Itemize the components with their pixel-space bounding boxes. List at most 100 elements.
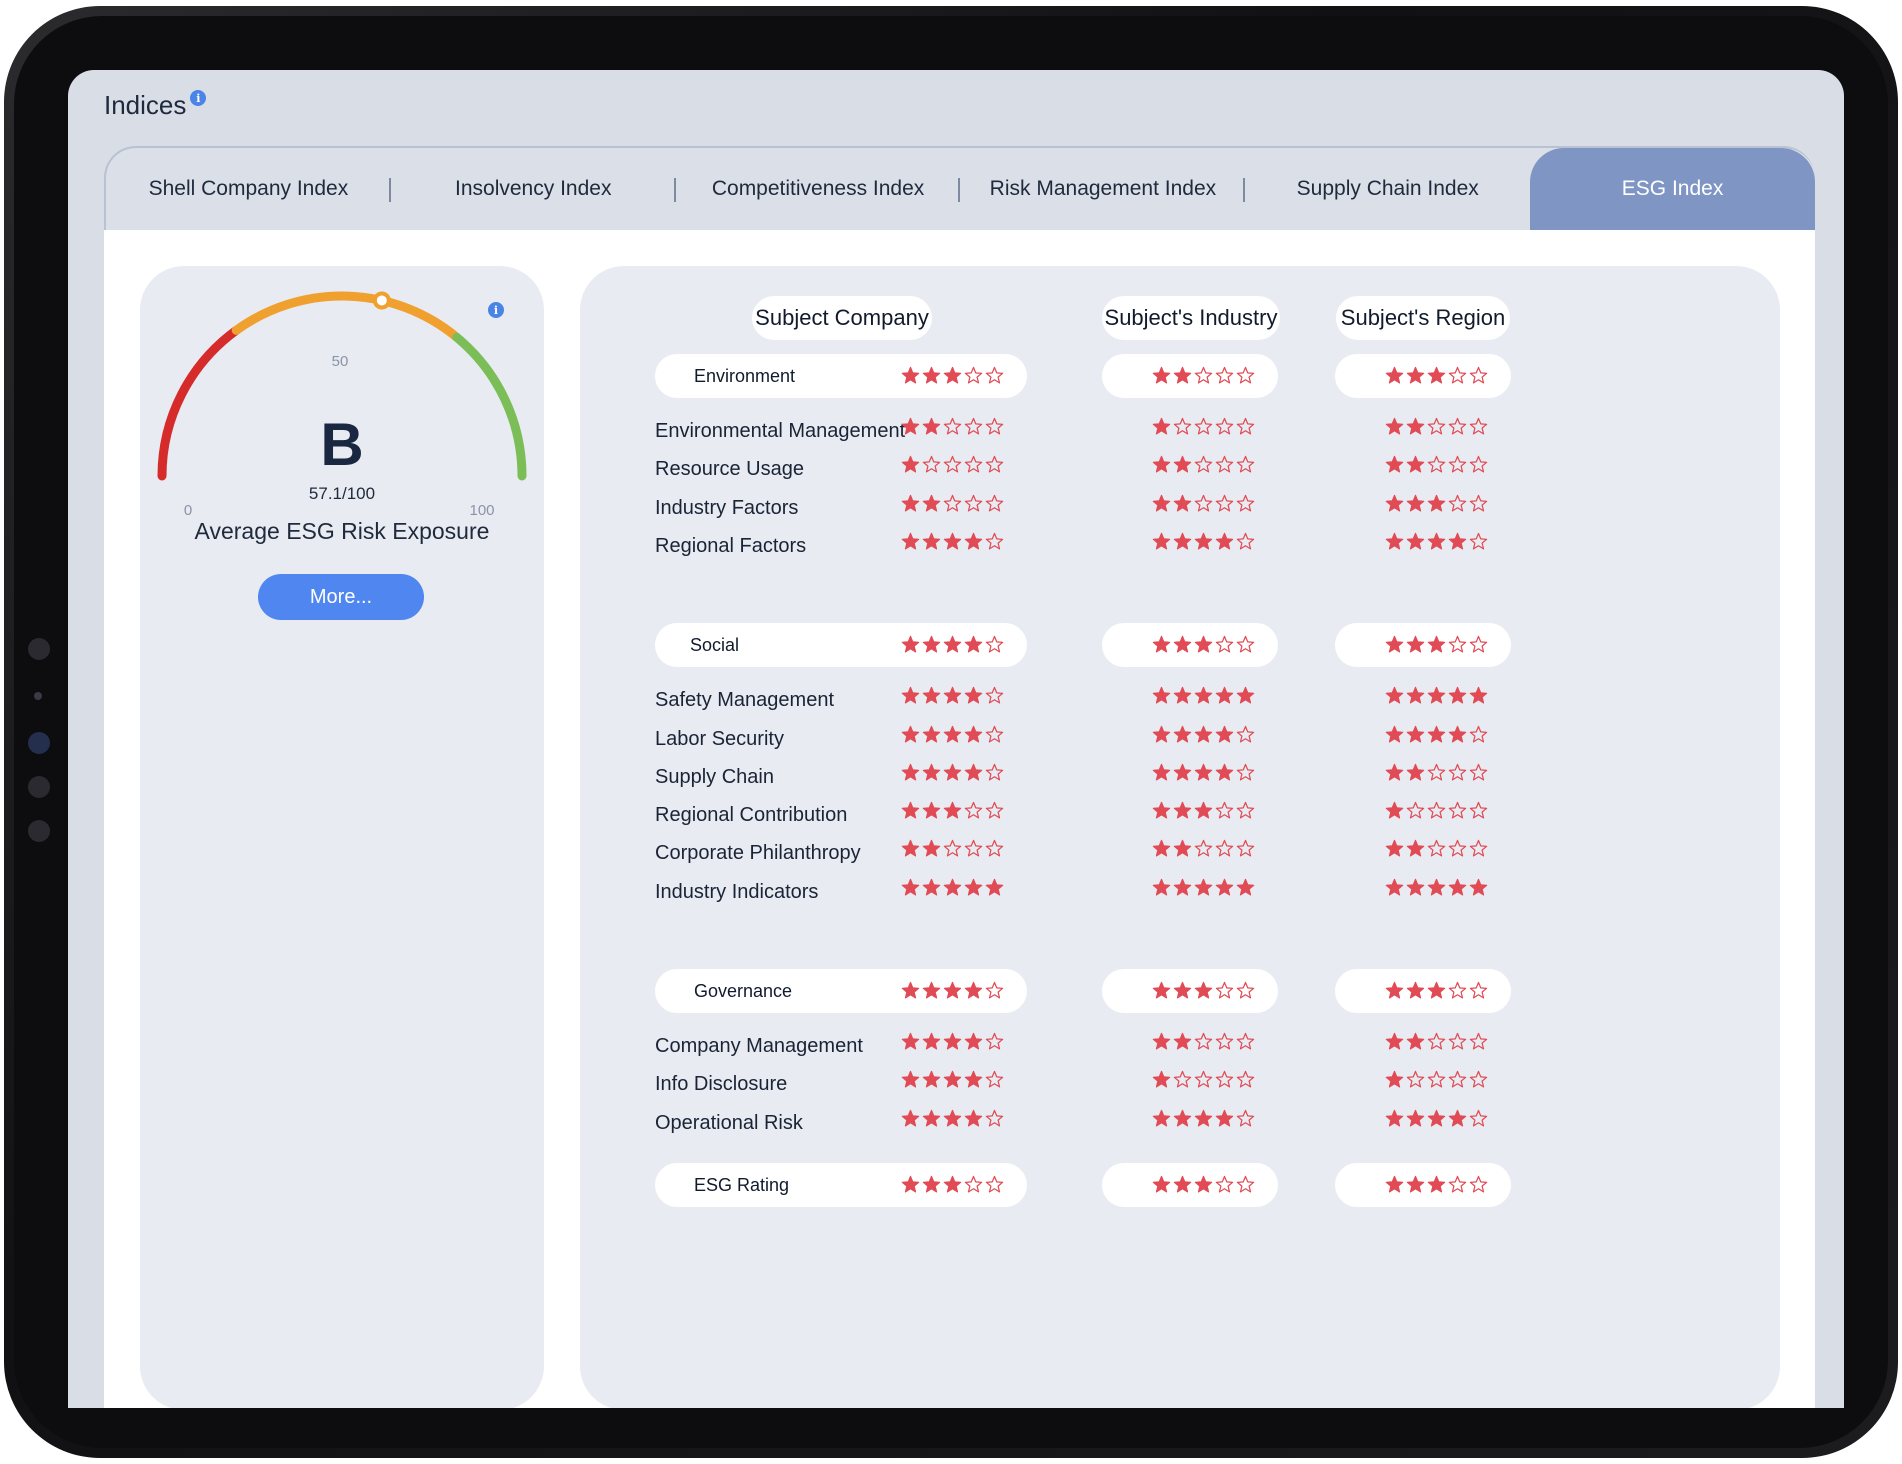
category-label: Governance	[694, 981, 793, 1001]
star-filled-icon	[1385, 981, 1404, 999]
star-filled-icon	[901, 801, 920, 819]
star-filled-icon	[1194, 686, 1213, 704]
star-empty-icon	[1469, 456, 1488, 473]
tab-shell-company-index[interactable]: Shell Company Index	[106, 148, 391, 230]
metric-label: Regional Factors	[655, 534, 807, 557]
star-empty-icon	[1173, 417, 1192, 435]
tab-supply-chain-index[interactable]: Supply Chain Index	[1245, 148, 1530, 230]
star-filled-icon	[1385, 417, 1404, 435]
star-empty-icon	[985, 532, 1004, 550]
star-rating	[901, 1070, 1006, 1089]
star-filled-icon	[1173, 840, 1192, 857]
star-filled-icon	[1152, 417, 1171, 435]
star-rating	[1385, 686, 1490, 705]
star-filled-icon	[901, 1175, 920, 1193]
metric-label: Regional Contribution	[655, 804, 848, 827]
star-filled-icon	[1152, 635, 1171, 653]
star-filled-icon	[1427, 635, 1446, 653]
star-filled-icon	[943, 878, 962, 896]
star-empty-icon	[1215, 801, 1234, 819]
tab-label: Supply Chain Index	[1296, 177, 1479, 200]
tab-label: Competitiveness Index	[711, 177, 925, 200]
star-filled-icon	[1215, 725, 1234, 743]
star-filled-icon	[1385, 1071, 1404, 1088]
star-empty-icon	[964, 456, 983, 473]
tab-risk-management-index[interactable]: Risk Management Index	[960, 148, 1246, 230]
star-empty-icon	[1469, 417, 1488, 435]
star-filled-icon	[1385, 1032, 1404, 1050]
star-empty-icon	[1236, 1175, 1255, 1193]
more-button[interactable]: More...	[258, 574, 424, 620]
star-filled-icon	[1448, 725, 1467, 743]
star-filled-icon	[1152, 725, 1171, 743]
metric-label: Info Disclosure	[655, 1073, 788, 1096]
star-empty-icon	[1448, 635, 1467, 653]
star-filled-icon	[1427, 981, 1446, 999]
tab-insolvency-index[interactable]: Insolvency Index	[391, 148, 676, 230]
star-filled-icon	[1173, 686, 1192, 704]
star-empty-icon	[1469, 1071, 1488, 1088]
star-rating	[1385, 801, 1490, 820]
star-filled-icon	[1194, 801, 1213, 819]
star-rating	[901, 1109, 1006, 1128]
star-empty-icon	[1215, 366, 1234, 384]
star-filled-icon	[1173, 1032, 1192, 1050]
star-filled-icon	[901, 532, 920, 550]
gauge-arc-mid	[231, 291, 462, 342]
star-filled-icon	[1194, 981, 1213, 999]
star-empty-icon	[1236, 981, 1255, 999]
star-filled-icon	[1427, 366, 1446, 384]
category-label: Social	[690, 635, 740, 656]
star-filled-icon	[1194, 532, 1213, 550]
star-rating	[1385, 763, 1490, 782]
index-tabs: Shell Company Index Insolvency Index Compe…	[104, 146, 1815, 230]
star-filled-icon	[1385, 494, 1404, 512]
star-filled-icon	[1215, 763, 1234, 781]
star-filled-icon	[1173, 366, 1192, 384]
star-empty-icon	[964, 801, 983, 819]
star-filled-icon	[1406, 1175, 1425, 1193]
star-filled-icon	[922, 725, 941, 743]
star-filled-icon	[922, 763, 941, 781]
star-empty-icon	[985, 1071, 1004, 1088]
star-filled-icon	[901, 1071, 920, 1088]
star-filled-icon	[1406, 1109, 1425, 1127]
star-filled-icon	[1406, 635, 1425, 653]
star-rating	[1152, 455, 1257, 474]
star-filled-icon	[922, 494, 941, 512]
star-filled-icon	[1385, 725, 1404, 743]
tab-esg-index[interactable]: ESG Index	[1530, 148, 1815, 230]
star-empty-icon	[985, 417, 1004, 435]
info-icon[interactable]: i	[488, 302, 504, 318]
star-empty-icon	[1469, 635, 1488, 653]
star-filled-icon	[922, 1071, 941, 1088]
star-empty-icon	[1469, 494, 1488, 512]
star-empty-icon	[1448, 801, 1467, 819]
star-empty-icon	[1448, 1175, 1467, 1193]
star-empty-icon	[1215, 417, 1234, 435]
star-rating	[1385, 1109, 1490, 1128]
star-filled-icon	[1406, 981, 1425, 999]
star-filled-icon	[964, 878, 983, 896]
info-icon[interactable]: i	[190, 90, 207, 106]
star-empty-icon	[964, 1175, 983, 1193]
star-empty-icon	[1236, 1032, 1255, 1050]
star-rating	[901, 878, 1006, 897]
star-filled-icon	[1406, 494, 1425, 512]
star-empty-icon	[1469, 1175, 1488, 1193]
star-empty-icon	[985, 725, 1004, 743]
star-empty-icon	[1406, 801, 1425, 819]
star-filled-icon	[1406, 417, 1425, 435]
star-filled-icon	[1385, 801, 1404, 819]
category-label: Environment	[694, 366, 796, 386]
gauge-mid-label: 50	[332, 353, 349, 370]
star-filled-icon	[1152, 532, 1171, 550]
metric-label: Industry Factors	[655, 496, 799, 519]
star-empty-icon	[985, 1032, 1004, 1050]
star-empty-icon	[1469, 725, 1488, 743]
tab-competitiveness-index[interactable]: Competitiveness Index	[676, 148, 961, 230]
star-empty-icon	[943, 417, 962, 435]
star-filled-icon	[1427, 1109, 1446, 1127]
star-filled-icon	[964, 532, 983, 550]
star-rating	[1385, 878, 1490, 897]
